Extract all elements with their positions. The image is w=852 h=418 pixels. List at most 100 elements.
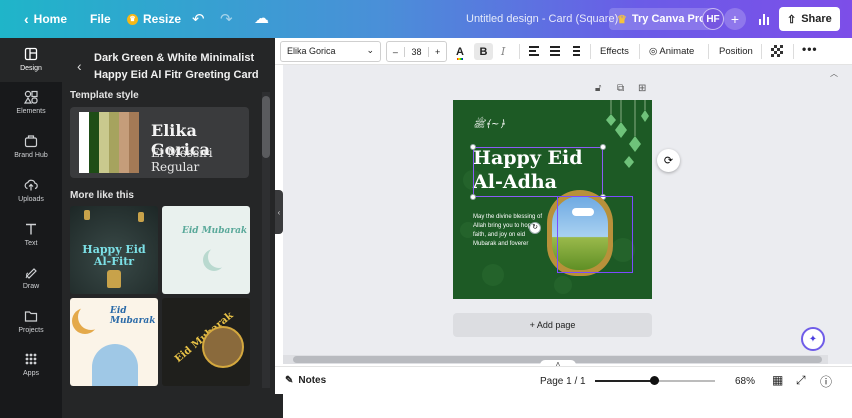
rail-item-apps[interactable]: Apps — [0, 352, 62, 377]
color-swatch — [129, 112, 139, 173]
try-pro-label: Try Canva Pro — [631, 13, 706, 25]
text-color-button[interactable]: A — [456, 43, 464, 60]
crown-icon: ♛ — [127, 13, 138, 25]
effects-button[interactable]: Effects — [600, 46, 629, 57]
zoom-slider-fill — [595, 380, 654, 382]
undo-icon[interactable]: ↶ — [192, 10, 205, 28]
notes-label: Notes — [298, 375, 327, 386]
redo-icon[interactable]: ↷ — [220, 10, 233, 28]
color-swatch — [89, 112, 99, 173]
page-indicator[interactable]: Page 1 / 1 — [540, 376, 586, 387]
line-spacing-icon[interactable] — [570, 46, 580, 56]
left-rail: Design Elements Brand Hub Uploads Text D… — [0, 38, 62, 418]
fullscreen-icon[interactable]: ⤢ — [796, 373, 806, 388]
resize-handle[interactable] — [470, 194, 476, 200]
rail-item-elements[interactable]: Elements — [0, 90, 62, 115]
file-label: File — [90, 12, 111, 26]
italic-button[interactable]: I — [501, 43, 505, 60]
document-title[interactable]: Untitled design - Card (Square) — [466, 13, 618, 25]
refresh-icon[interactable]: ⟳ — [657, 149, 680, 172]
home-button[interactable]: ‹ Home — [24, 11, 67, 27]
notes-button[interactable]: ✎ Notes — [285, 375, 326, 386]
animate-button[interactable]: ◎ Animate — [649, 46, 694, 57]
resize-handle[interactable] — [600, 144, 606, 150]
magic-sparkle-icon[interactable]: ✦ — [801, 327, 825, 351]
rail-item-text[interactable]: Text — [0, 222, 62, 247]
rail-label-projects: Projects — [18, 327, 44, 334]
rail-label-brand-hub: Brand Hub — [14, 152, 48, 159]
rotate-handle-icon[interactable]: ↻ — [529, 222, 541, 234]
lock-icon[interactable]: 🔓︎ — [595, 83, 601, 94]
template-thumbnail[interactable]: Happy Eid Al-Fitr — [70, 206, 158, 294]
grid-view-icon[interactable]: ▦ — [772, 373, 783, 387]
font-family-select[interactable]: Elika Gorica ⌄ — [280, 41, 381, 62]
rail-item-brand-hub[interactable]: Brand Hub — [0, 134, 62, 159]
share-button[interactable]: ⇧ Share — [779, 7, 840, 31]
resize-handle[interactable] — [470, 144, 476, 150]
rail-item-design[interactable]: Design — [0, 38, 62, 82]
avatar[interactable]: HF — [702, 8, 724, 30]
color-swatch — [99, 112, 109, 173]
rail-item-projects[interactable]: Projects — [0, 309, 62, 334]
font-size-increase-button[interactable]: + — [429, 47, 446, 57]
template-thumbnail[interactable]: Eid Mubarak — [162, 298, 250, 386]
resize-label: Resize — [143, 12, 182, 26]
brand-hub-icon — [24, 135, 38, 148]
text-icon — [26, 223, 36, 235]
animate-icon: ◎ — [649, 46, 658, 57]
list-icon[interactable] — [550, 46, 560, 56]
rail-item-uploads[interactable]: Uploads — [0, 178, 62, 203]
bottom-bar: ✎ Notes Page 1 / 1 68% ▦ ⤢ ⓘ — [275, 366, 852, 394]
plus-icon[interactable]: + — [724, 8, 746, 30]
animate-label: Animate — [659, 46, 695, 57]
template-thumbnail[interactable]: Eid Mubarak — [162, 206, 250, 294]
folder-icon — [24, 311, 38, 322]
file-menu-button[interactable]: File — [90, 12, 111, 26]
add-page-icon[interactable]: ⊞ — [638, 83, 646, 94]
duplicate-page-icon[interactable]: ⧉ — [617, 83, 624, 94]
zoom-slider-knob[interactable] — [649, 376, 659, 385]
bold-button[interactable]: B — [474, 43, 493, 60]
toolbar-divider — [519, 44, 520, 59]
share-icon: ⇧ — [787, 13, 797, 26]
body-font-sample: El Messiri Regular — [151, 146, 213, 174]
more-options-button[interactable]: ••• — [802, 42, 818, 56]
template-thumbnail[interactable]: Eid Mubarak — [70, 298, 158, 386]
toolbar-divider — [793, 44, 794, 59]
template-title: Dark Green & White Minimalist Happy Eid … — [94, 52, 259, 81]
help-icon[interactable]: ⓘ — [820, 373, 832, 390]
thumbnail-title: Eid Mubarak — [110, 306, 156, 326]
panel-scrollbar-thumb[interactable] — [262, 96, 270, 158]
align-left-icon[interactable] — [529, 46, 539, 56]
template-style-card[interactable]: Elika Gorica El Messiri Regular — [70, 107, 249, 178]
font-size-input[interactable]: 38 — [403, 46, 430, 57]
top-bar: ‹ Home File ♛ Resize ↶ ↷ ☁ Untitled desi… — [0, 0, 852, 38]
back-chevron-icon[interactable]: ‹ — [77, 58, 82, 74]
cloud-icon[interactable]: ☁ — [254, 9, 269, 27]
rail-label-draw: Draw — [22, 283, 40, 290]
lantern-icon — [84, 210, 90, 220]
upload-icon — [24, 179, 38, 191]
transparency-icon[interactable] — [771, 45, 783, 57]
thumbnail-title: Happy Eid Al-Fitr — [82, 243, 146, 268]
position-button[interactable]: Position — [719, 46, 753, 57]
share-label: Share — [801, 13, 832, 25]
canva-editor: ‹ Home File ♛ Resize ↶ ↷ ☁ Untitled desi… — [0, 0, 852, 418]
template-style-label: Template style — [70, 90, 139, 101]
thumbnail-title: Eid Mubarak — [182, 226, 248, 236]
zoom-level[interactable]: 68% — [735, 376, 755, 387]
try-canva-pro-button[interactable]: ♛ Try Canva Pro — [609, 8, 714, 30]
lantern-icon — [107, 270, 121, 288]
resize-button[interactable]: ♛ Resize — [127, 12, 181, 26]
rail-item-draw[interactable]: Draw — [0, 265, 62, 290]
chevron-up-icon[interactable]: ︿ — [830, 68, 838, 79]
calligraphy-logo: ﷺ﴾~﴿ — [473, 119, 506, 130]
toolbar-divider — [761, 44, 762, 59]
add-page-button[interactable]: + Add page — [453, 313, 652, 337]
toolbar-divider — [639, 44, 640, 59]
panel-collapse-handle[interactable]: ‹ — [275, 190, 283, 234]
stats-icon[interactable] — [753, 8, 775, 30]
font-size-decrease-button[interactable]: – — [387, 47, 404, 57]
rail-label-uploads: Uploads — [18, 196, 44, 203]
color-swatch — [109, 112, 119, 173]
